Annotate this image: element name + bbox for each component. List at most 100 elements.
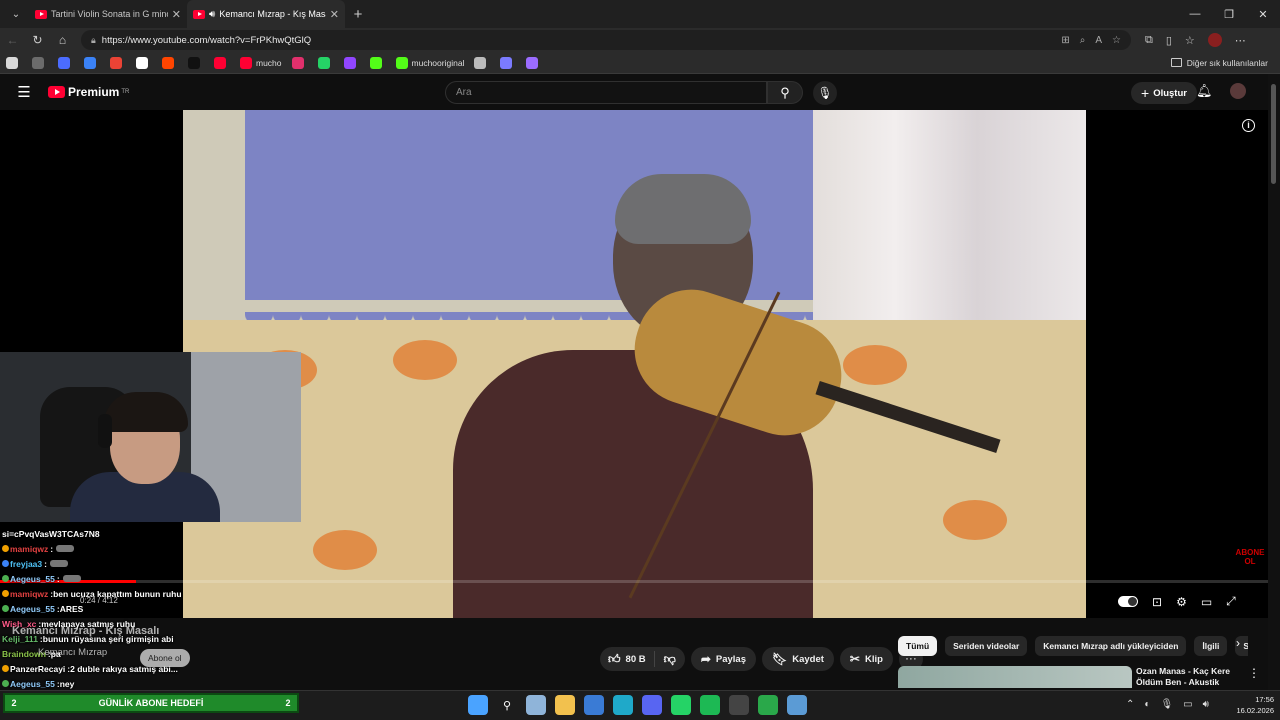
tray-expand-icon[interactable]: ⌃ xyxy=(1126,699,1134,710)
browser-menu-icon[interactable]: ⋯ xyxy=(1235,34,1246,47)
search-input[interactable]: Ara xyxy=(445,81,767,104)
app-install-icon[interactable]: ⊞ xyxy=(1061,35,1069,46)
bookmark-item[interactable] xyxy=(136,56,152,69)
folder-icon xyxy=(1170,58,1182,67)
subtitles-icon[interactable]: ⊡ xyxy=(1152,595,1162,609)
whatsapp-icon[interactable] xyxy=(671,695,691,715)
extensions-icon[interactable]: ⧉ xyxy=(1145,34,1153,47)
volume-icon[interactable]: 🔊︎ xyxy=(1203,699,1209,710)
bookmark-item[interactable] xyxy=(6,56,22,69)
create-button[interactable]: + Oluştur xyxy=(1131,82,1197,104)
discord-icon[interactable] xyxy=(642,695,662,715)
bookmark-item[interactable] xyxy=(58,56,74,69)
scrollbar-thumb[interactable] xyxy=(1271,84,1276,184)
bookmark-item[interactable] xyxy=(162,56,178,69)
bookmark-item[interactable] xyxy=(291,56,308,69)
search-icon[interactable]: ⚲ xyxy=(497,695,517,715)
close-tab-icon[interactable]: ✕ xyxy=(330,8,339,21)
share-button[interactable]: ➦ Paylaş xyxy=(690,647,756,671)
bookmark-item[interactable] xyxy=(369,56,386,69)
microphone-icon[interactable]: 🎙︎ xyxy=(1160,699,1173,710)
bookmark-item[interactable] xyxy=(317,56,334,69)
recommended-video-thumbnail[interactable] xyxy=(898,666,1132,688)
home-button[interactable]: ⌂ xyxy=(50,33,75,47)
bookmark-item[interactable] xyxy=(500,56,516,69)
subscribe-watermark[interactable]: ABONE OL xyxy=(1232,548,1268,566)
maximize-button[interactable]: ❐ xyxy=(1212,8,1246,21)
profile-avatar-icon[interactable] xyxy=(1207,33,1222,47)
start-icon[interactable] xyxy=(468,695,488,715)
bookmark-item[interactable] xyxy=(84,56,100,69)
steam-icon[interactable] xyxy=(526,695,546,715)
bookmark-item[interactable] xyxy=(188,56,204,69)
refresh-button[interactable]: ↻ xyxy=(25,33,50,47)
like-button[interactable]: 👍︎ 80 B xyxy=(600,651,655,667)
theater-mode-icon[interactable]: ▭ xyxy=(1201,595,1212,609)
chat-text: ARES xyxy=(59,603,84,614)
bookmark-item[interactable] xyxy=(526,56,542,69)
menu-hamburger-icon[interactable]: ☰ xyxy=(0,83,48,101)
clip-button[interactable]: ✂ Klip xyxy=(839,647,893,671)
other-favorites-folder[interactable]: Diğer sık kullanılanlar xyxy=(1170,58,1268,68)
browser-tab[interactable]: Tartini Violin Sonata in G minor "D ✕ xyxy=(29,0,187,28)
fullscreen-icon[interactable]: ⤢ xyxy=(1226,594,1236,609)
autoplay-toggle[interactable] xyxy=(1118,596,1138,607)
browser-tab-active[interactable]: 🔊︎ Kemancı Mızrap - Kış Masalı ✕ xyxy=(187,0,345,28)
spotify-icon[interactable] xyxy=(700,695,720,715)
close-tab-icon[interactable]: ✕ xyxy=(172,8,181,21)
dislike-button[interactable]: 👎︎ xyxy=(655,652,685,667)
bookmark-item[interactable] xyxy=(32,56,48,69)
app-icon[interactable] xyxy=(758,695,778,715)
chip-related[interactable]: İlgili xyxy=(1194,636,1228,656)
bookmark-item[interactable]: muchooriginal xyxy=(395,56,464,69)
page-scrollbar[interactable] xyxy=(1268,74,1280,690)
url-field[interactable]: 🔒︎ https://www.youtube.com/watch?v=FrPKh… xyxy=(81,30,1131,50)
bookmark-item[interactable] xyxy=(474,56,490,69)
chat-username: Aegeus_55 xyxy=(10,603,55,614)
chip-series[interactable]: Seriden videolar xyxy=(945,636,1028,656)
favorites-icon[interactable]: ☆ xyxy=(1185,34,1195,47)
info-icon[interactable]: i xyxy=(1242,119,1255,132)
back-button[interactable]: ← xyxy=(0,33,25,47)
notifications-bell-icon[interactable]: 🔔︎ xyxy=(1196,83,1213,99)
close-window-button[interactable]: ✕ xyxy=(1246,8,1280,21)
zoom-icon[interactable]: ⌕ xyxy=(1080,35,1086,46)
network-icon[interactable]: ▭ xyxy=(1183,699,1192,710)
new-tab-button[interactable]: + xyxy=(345,6,371,23)
app2-icon[interactable] xyxy=(787,695,807,715)
save-button[interactable]: 🔖︎ Kaydet xyxy=(762,647,834,671)
speaker-icon[interactable]: 🔊︎ xyxy=(209,9,215,20)
recommended-video-title[interactable]: Ozan Manas - Kaç Kere Öldüm Ben - Akusti… xyxy=(1136,666,1246,688)
search-button[interactable]: ⚲ xyxy=(767,81,803,104)
settings-gear-icon[interactable]: ⚙ xyxy=(1176,595,1187,609)
favorite-star-icon[interactable]: ☆ xyxy=(1112,35,1121,46)
chat-text: pa xyxy=(50,648,61,659)
split-screen-icon[interactable]: ▯ xyxy=(1166,34,1172,47)
bookmark-item[interactable] xyxy=(343,56,360,69)
bookmark-favicon-icon xyxy=(343,56,356,69)
chips-next-chevron-icon[interactable]: › xyxy=(1236,636,1240,650)
subscribe-button[interactable]: Abone ol xyxy=(140,649,190,667)
minimize-button[interactable]: — xyxy=(1178,8,1212,21)
tray-app-icon[interactable]: ◐ xyxy=(1144,699,1150,710)
bookmark-item[interactable] xyxy=(214,56,230,69)
chip-uploader[interactable]: Kemancı Mızrap adlı yükleyiciden xyxy=(1035,636,1187,656)
bookmark-favicon-icon xyxy=(214,56,226,69)
store-icon[interactable] xyxy=(584,695,604,715)
read-aloud-icon[interactable]: A xyxy=(1095,35,1102,46)
edge-icon[interactable] xyxy=(613,695,633,715)
recommended-more-icon[interactable]: ⋮ xyxy=(1248,666,1260,680)
tab-actions-menu[interactable]: ⌄ xyxy=(3,3,29,25)
bookmark-item[interactable] xyxy=(110,56,126,69)
obs-icon[interactable] xyxy=(729,695,749,715)
explorer-icon[interactable] xyxy=(555,695,575,715)
youtube-logo[interactable]: Premium TR xyxy=(48,85,129,99)
video-frame[interactable] xyxy=(183,110,1086,618)
bookmark-item[interactable]: mucho xyxy=(240,56,282,69)
chip-all[interactable]: Tümü xyxy=(898,636,938,656)
account-avatar[interactable] xyxy=(1230,83,1246,99)
voice-search-mic-icon[interactable]: 🎙︎ xyxy=(813,81,837,105)
headphones-icon xyxy=(98,414,112,448)
taskbar-clock[interactable]: 17:56 16.02.2026 xyxy=(1228,694,1274,716)
browser-tab-bar: ⌄ Tartini Violin Sonata in G minor "D ✕ … xyxy=(0,0,1280,28)
